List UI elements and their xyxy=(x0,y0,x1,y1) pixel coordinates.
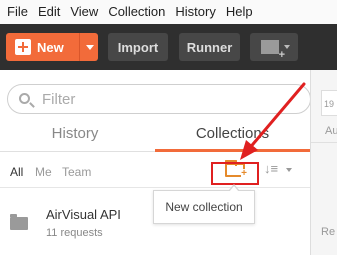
new-window-button[interactable] xyxy=(250,33,298,61)
menu-file[interactable]: File xyxy=(2,0,33,24)
import-button[interactable]: Import xyxy=(108,33,168,61)
tab-collections[interactable]: Collections xyxy=(155,120,310,152)
menu-edit[interactable]: Edit xyxy=(33,0,65,24)
collection-request-count: 11 requests xyxy=(46,227,103,239)
new-button-label: New xyxy=(37,39,64,55)
request-pane: 19 Au Re xyxy=(310,70,337,255)
menu-history[interactable]: History xyxy=(170,0,220,24)
menu-view[interactable]: View xyxy=(65,0,103,24)
search-box xyxy=(7,84,311,114)
sidebar: History Collections All Me Team + ↓≡ Air… xyxy=(0,70,311,255)
sort-button[interactable]: ↓≡ xyxy=(264,161,294,179)
pane-divider xyxy=(311,142,337,143)
new-window-icon xyxy=(261,40,285,61)
filter-all[interactable]: All xyxy=(10,165,23,179)
collection-filter-row: All Me Team + ↓≡ xyxy=(0,152,310,188)
auth-label-partial: Au xyxy=(325,125,337,137)
new-button[interactable]: New xyxy=(6,33,98,61)
collection-name: AirVisual API xyxy=(46,207,121,222)
chevron-down-icon[interactable] xyxy=(86,45,94,50)
filter-me[interactable]: Me xyxy=(35,165,52,179)
chevron-down-icon xyxy=(284,45,290,49)
sort-icon: ↓≡ xyxy=(264,161,279,176)
chevron-down-icon xyxy=(286,168,292,172)
request-tab-partial[interactable]: 19 xyxy=(321,90,337,116)
runner-button[interactable]: Runner xyxy=(179,33,240,61)
search-icon xyxy=(19,93,30,104)
menu-collection[interactable]: Collection xyxy=(103,0,170,24)
response-label-partial: Re xyxy=(321,226,336,238)
menu-bar: File Edit View Collection History Help xyxy=(0,0,337,24)
plus-icon xyxy=(15,39,31,55)
toolbar: New Import Runner xyxy=(0,24,337,70)
sidebar-tabs: History Collections xyxy=(0,120,310,152)
highlight-annotation xyxy=(211,162,259,185)
tab-history[interactable]: History xyxy=(30,120,120,152)
folder-icon xyxy=(10,214,28,230)
filter-team[interactable]: Team xyxy=(62,165,91,179)
filter-input[interactable] xyxy=(42,88,242,110)
new-button-divider xyxy=(79,33,80,61)
tooltip: New collection xyxy=(153,184,255,224)
menu-help[interactable]: Help xyxy=(221,0,258,24)
